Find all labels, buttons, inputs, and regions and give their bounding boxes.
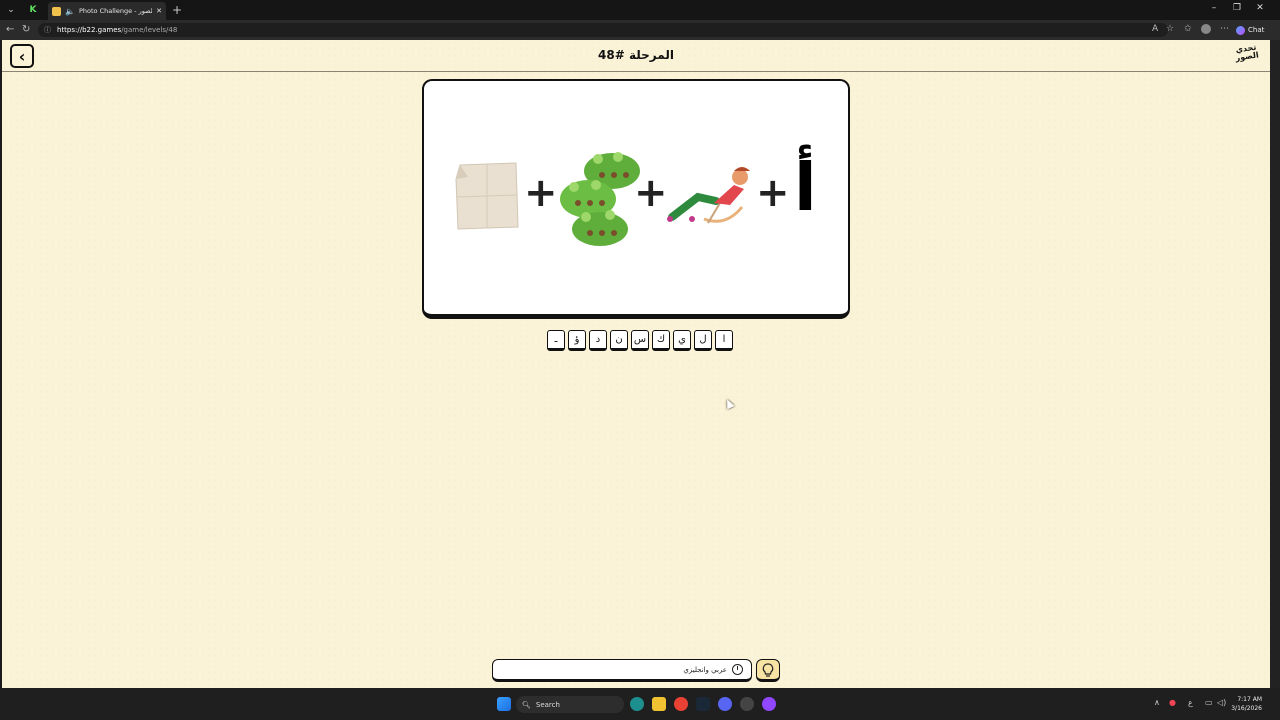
file-explorer-icon[interactable] [652, 697, 666, 711]
bushes-icon [560, 152, 640, 246]
favorites-icon[interactable]: ✩ [1184, 24, 1192, 34]
minimize-button[interactable]: – [1203, 3, 1225, 13]
letter-tile[interactable]: ؤ [568, 330, 586, 351]
copilot-icon [1236, 25, 1245, 35]
window-close-button[interactable]: ✕ [1249, 3, 1271, 13]
tab-menu-chevron-icon[interactable]: ⌄ [4, 3, 18, 17]
start-windows-icon[interactable] [497, 697, 511, 711]
taskbar-search[interactable]: 🔍︎ Search [516, 696, 624, 713]
puzzle-image-card: + + + أ [422, 79, 850, 319]
folded-paper-icon [455, 162, 519, 230]
chat-label: Chat [1248, 26, 1265, 34]
browser-back-icon[interactable]: ← [6, 24, 14, 35]
game-page: ‹ المرحلة #48 تحدي الصور + + + أ ـ ؤ د ن… [2, 40, 1270, 688]
taskbar-clock[interactable]: 7:17 AM 3/16/2026 [1230, 695, 1262, 713]
scrollbar[interactable] [1270, 40, 1280, 688]
letter-tile[interactable]: ل [694, 330, 712, 351]
tray-chevron-icon[interactable]: ∧ [1154, 698, 1160, 707]
new-tab-button[interactable]: + [170, 3, 184, 17]
read-aloud-icon[interactable]: A [1152, 24, 1158, 34]
letter-tile[interactable]: ي [673, 330, 691, 351]
url-field[interactable]: ⓘ https://b22.games/game/levels/48 [38, 23, 1168, 37]
letter-tile[interactable]: ن [610, 330, 628, 351]
browser-tab-bar: ⌄ K 🔈 Photo Challenge - تحدي الصور ✕ + –… [0, 0, 1280, 20]
restore-button[interactable]: ❐ [1226, 3, 1248, 13]
url-host: https://b22.games [57, 26, 122, 34]
mouse-cursor-icon [723, 397, 735, 410]
game-logo[interactable]: تحدي الصور [1231, 43, 1264, 69]
level-title: المرحلة #48 [598, 48, 674, 62]
letter-tile[interactable]: ا [715, 330, 733, 351]
kick-tab-icon[interactable]: K [26, 3, 40, 17]
chrome-icon[interactable] [674, 697, 688, 711]
plus-sign-2: + [634, 170, 668, 216]
tab-photo-challenge[interactable]: 🔈 Photo Challenge - تحدي الصور ✕ [48, 2, 166, 20]
microphone-icon[interactable]: ● [1169, 698, 1176, 707]
speaker-icon[interactable]: 🔈 [65, 7, 75, 16]
favorite-star-icon[interactable]: ☆ [1166, 24, 1174, 34]
letter-tile[interactable]: س [631, 330, 649, 351]
twitch-icon[interactable] [762, 697, 776, 711]
game-header: ‹ المرحلة #48 تحدي الصور [2, 40, 1270, 72]
refresh-icon[interactable]: ↻ [22, 24, 30, 35]
letter-tiles: ـ ؤ د ن س ك ي ل ا [547, 330, 733, 351]
back-button[interactable]: ‹ [10, 44, 34, 68]
relaxing-man-icon [667, 167, 750, 224]
hint-button[interactable] [756, 659, 780, 682]
chevron-left-icon: ‹ [18, 46, 26, 66]
edge-icon[interactable] [630, 697, 644, 711]
timer-icon [732, 664, 743, 675]
steam-icon[interactable] [696, 697, 710, 711]
windows-taskbar: 🔍︎ Search ∧ ● ع ▭ ◁) 7:17 AM 3/16/2026 [0, 688, 1280, 720]
obs-icon[interactable] [740, 697, 754, 711]
search-icon: 🔍︎ [522, 700, 531, 709]
language-mode-label: عربي وانجليزي [683, 665, 727, 674]
more-menu-icon[interactable]: ⋯ [1220, 24, 1229, 34]
site-info-icon[interactable]: ⓘ [44, 25, 51, 35]
clock-date: 3/16/2026 [1231, 705, 1262, 712]
plus-sign-3: + [756, 170, 790, 216]
address-bar-row: ← ↻ ⓘ https://b22.games/game/levels/48 A… [0, 20, 1280, 40]
favicon-icon [52, 6, 61, 16]
tab-close-icon[interactable]: ✕ [156, 7, 162, 15]
letter-tile[interactable]: د [589, 330, 607, 351]
search-label: Search [535, 700, 560, 709]
clock-time: 7:17 AM [1237, 696, 1262, 703]
alif-letter: أ [794, 149, 817, 226]
volume-icon[interactable]: ◁) [1217, 698, 1226, 707]
tab-title: Photo Challenge - تحدي الصور [78, 7, 152, 15]
lightbulb-icon [762, 662, 774, 677]
network-icon[interactable]: ▭ [1205, 698, 1213, 707]
letter-tile[interactable]: ـ [547, 330, 565, 351]
language-mode-button[interactable]: عربي وانجليزي [492, 659, 752, 682]
profile-avatar[interactable] [1201, 24, 1211, 34]
copilot-chat-button[interactable]: Chat [1236, 23, 1270, 37]
url-path: /game/levels/48 [121, 26, 178, 34]
language-indicator[interactable]: ع [1188, 698, 1193, 707]
plus-sign-1: + [524, 170, 558, 216]
discord-icon[interactable] [718, 697, 732, 711]
letter-tile[interactable]: ك [652, 330, 670, 351]
